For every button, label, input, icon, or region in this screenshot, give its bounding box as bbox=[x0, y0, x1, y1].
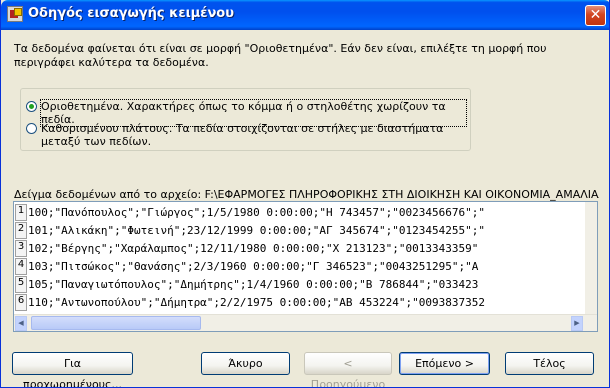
delimited-radio[interactable] bbox=[26, 101, 37, 112]
text-import-icon bbox=[7, 6, 23, 22]
line-number: 5 bbox=[15, 276, 27, 293]
cancel-button[interactable]: Άκυρο bbox=[201, 352, 290, 375]
close-button[interactable]: ✕ bbox=[585, 5, 606, 26]
fixed-width-option[interactable]: Καθορισμένου πλάτους. Τα πεδία στοιχίζον… bbox=[26, 122, 456, 148]
next-button[interactable]: Επόμενο > bbox=[399, 352, 490, 375]
line-number: 1 bbox=[15, 204, 27, 221]
line-text: 105;"Παναγιωτόπουλος";"Δημήτρης";1/4/196… bbox=[28, 278, 479, 291]
preview-line: 5 105;"Παναγιωτόπουλος";"Δημήτρης";1/4/19… bbox=[14, 276, 586, 294]
line-number: 2 bbox=[15, 222, 27, 239]
preview-caption: Δείγμα δεδομένων από το αρχείο: F:\ΕΦΑΡΜ… bbox=[14, 188, 599, 201]
scroll-left-icon[interactable]: ◀ bbox=[15, 316, 27, 331]
line-number: 3 bbox=[15, 240, 27, 257]
vertical-scrollbar[interactable] bbox=[585, 202, 597, 314]
horizontal-scroll-thumb[interactable] bbox=[31, 316, 201, 330]
line-text: 101;"Αλικάκη";"Φωτεινή";23/12/1999 0:00:… bbox=[28, 224, 485, 237]
line-text: 103;"Πιτσώκος";"Θανάσης";2/3/1960 0:00:0… bbox=[28, 260, 479, 273]
title-bar[interactable]: Οδηγός εισαγωγής κειμένου ✕ bbox=[1, 0, 609, 30]
intro-text: Τα δεδομένα φαίνεται ότι είναι σε μορφή … bbox=[14, 42, 547, 69]
line-text: 110;"Αντωνοπούλου";"Δήμητρα";2/2/1975 0:… bbox=[28, 296, 485, 309]
advanced-button[interactable]: Για προχωρημένους... bbox=[12, 352, 133, 387]
window-title: Οδηγός εισαγωγής κειμένου bbox=[28, 6, 235, 21]
text-import-wizard-dialog: Οδηγός εισαγωγής κειμένου ✕ Τα δεδομένα … bbox=[0, 0, 610, 388]
data-preview-pane[interactable]: 1 100;"Πανόπουλος";"Γιώργος";1/5/1980 0:0… bbox=[13, 201, 598, 332]
line-number: 4 bbox=[15, 258, 27, 275]
line-text: 102;"Βέργης";"Χαράλαμπος";12/11/1980 0:0… bbox=[28, 242, 479, 255]
back-button[interactable]: < Προηγούμενο bbox=[304, 352, 392, 387]
preview-line: 2 101;"Αλικάκη";"Φωτεινή";23/12/1999 0:00… bbox=[14, 222, 586, 240]
line-text: 100;"Πανόπουλος";"Γιώργος";1/5/1980 0:00… bbox=[28, 206, 485, 219]
preview-line: 6 110;"Αντωνοπούλου";"Δήμητρα";2/2/1975 0… bbox=[14, 294, 586, 312]
preview-line: 4 103;"Πιτσώκος";"Θανάσης";2/3/1960 0:00:… bbox=[14, 258, 586, 276]
horizontal-scrollbar[interactable]: ◀ ▶ bbox=[14, 314, 597, 331]
finish-button[interactable]: Τέλος bbox=[505, 352, 594, 375]
preview-line: 1 100;"Πανόπουλος";"Γιώργος";1/5/1980 0:0… bbox=[14, 204, 586, 222]
scroll-right-icon[interactable]: ▶ bbox=[571, 316, 583, 331]
line-number: 6 bbox=[15, 294, 27, 311]
preview-line: 3 102;"Βέργης";"Χαράλαμπος";12/11/1980 0:… bbox=[14, 240, 586, 258]
preview-lines: 1 100;"Πανόπουλος";"Γιώργος";1/5/1980 0:0… bbox=[14, 204, 586, 312]
fixed-width-option-label[interactable]: Καθορισμένου πλάτους. Τα πεδία στοιχίζον… bbox=[41, 122, 456, 148]
fixed-width-radio[interactable] bbox=[26, 123, 37, 134]
